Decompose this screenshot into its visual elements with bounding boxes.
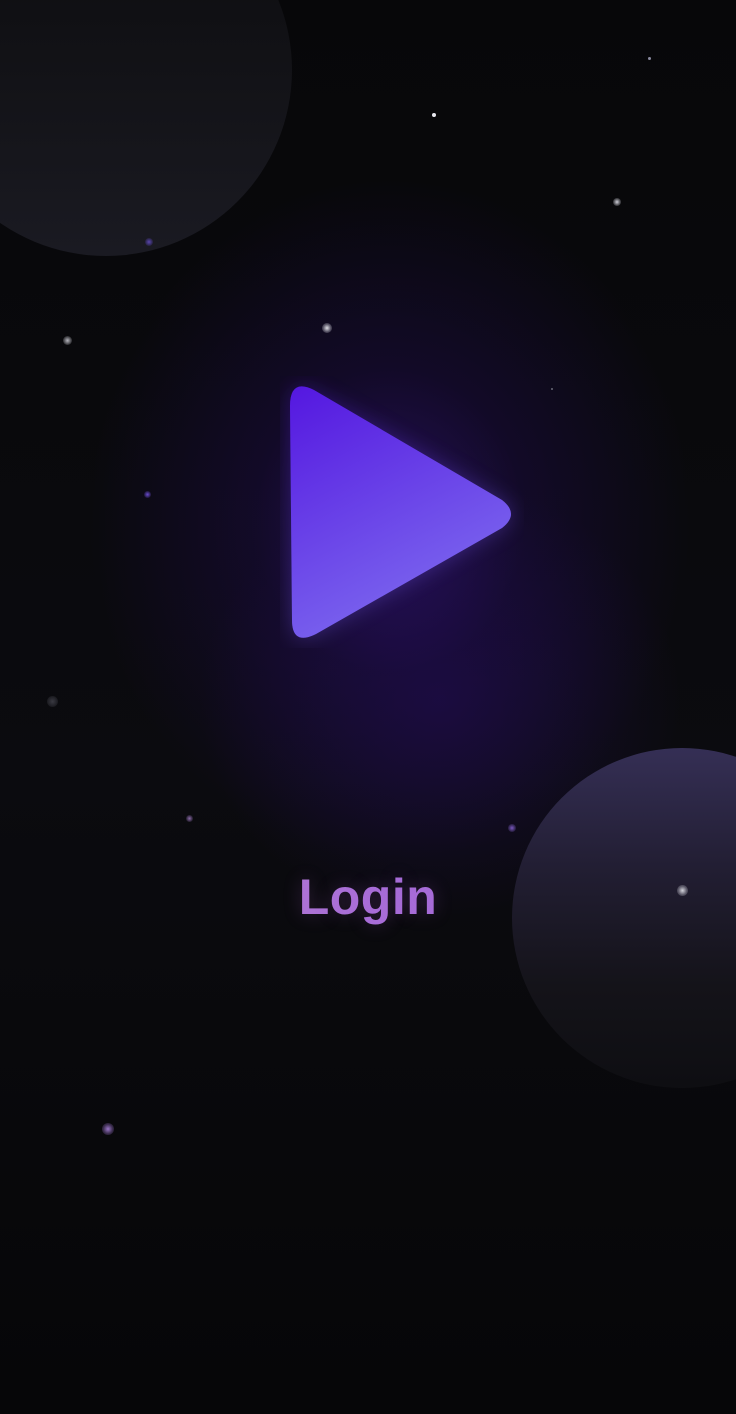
star xyxy=(322,323,332,333)
star xyxy=(648,57,651,60)
splash-screen: Login xyxy=(0,0,736,1414)
star xyxy=(102,1123,114,1135)
star xyxy=(551,388,553,390)
star xyxy=(145,238,153,246)
decorative-orb-top xyxy=(0,0,292,256)
star xyxy=(613,198,621,206)
star xyxy=(63,336,72,345)
star xyxy=(432,113,436,117)
star xyxy=(508,824,516,832)
star xyxy=(47,696,58,707)
star xyxy=(186,815,193,822)
login-button[interactable]: Login xyxy=(0,868,736,926)
star xyxy=(144,491,151,498)
play-icon xyxy=(280,376,524,648)
